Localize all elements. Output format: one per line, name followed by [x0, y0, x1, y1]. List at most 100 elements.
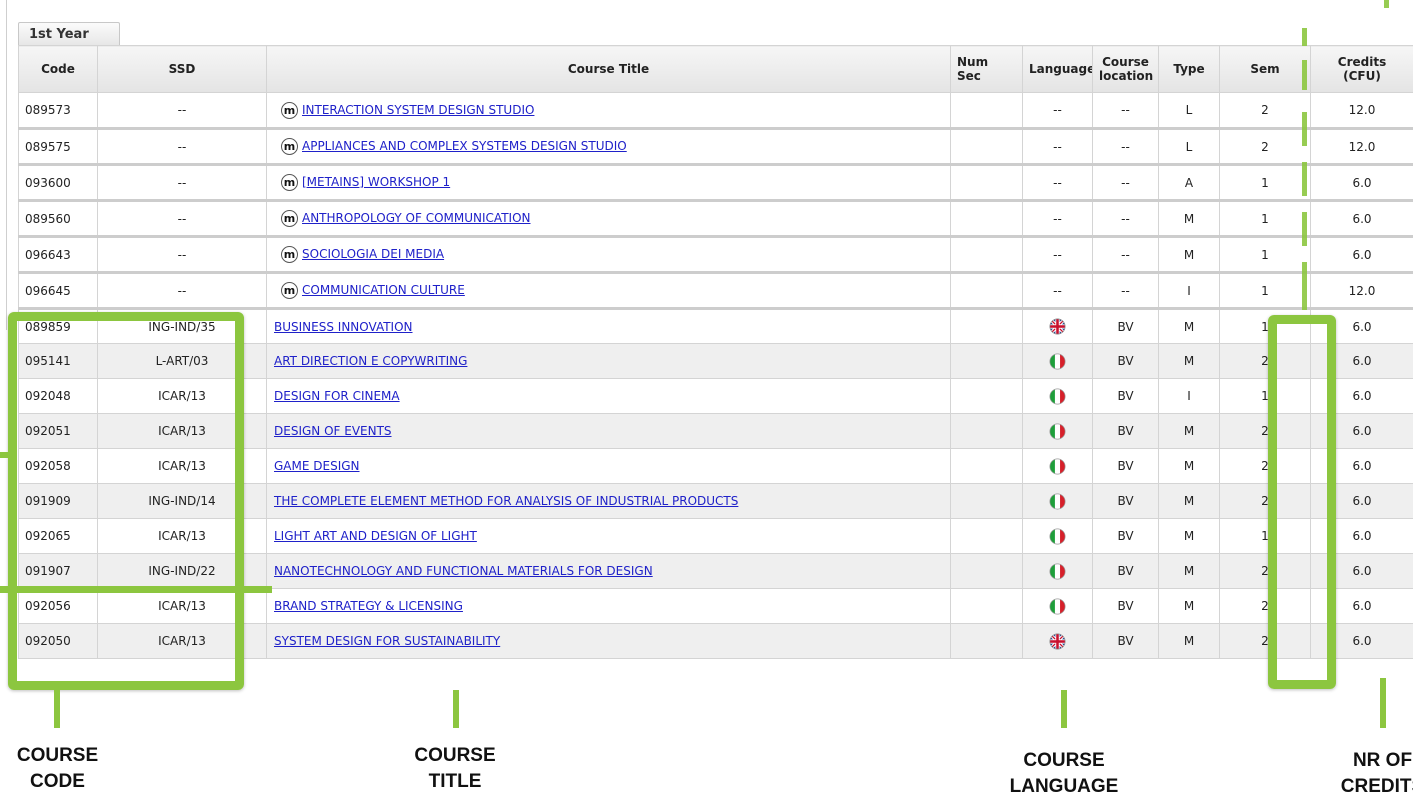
course-title-link[interactable]: BRAND STRATEGY & LICENSING [274, 599, 463, 613]
ssd-cell: -- [97, 128, 267, 166]
col-header-course-title[interactable]: Course Title [266, 45, 951, 93]
callout-course-code: COURSE CODE [16, 745, 99, 792]
language-cell [1022, 623, 1093, 659]
highlight-connector [0, 586, 272, 593]
course-location-cell: BV [1092, 448, 1159, 484]
col-header-type[interactable]: Type [1158, 45, 1220, 93]
course-title-link[interactable]: DESIGN FOR CINEMA [274, 389, 400, 403]
num-sec-cell [950, 236, 1023, 274]
type-cell: A [1158, 164, 1220, 202]
sem-cell: 2 [1219, 92, 1311, 130]
course-title-link[interactable]: COMMUNICATION CULTURE [302, 283, 465, 297]
num-sec-cell [950, 164, 1023, 202]
course-title-link[interactable]: NANOTECHNOLOGY AND FUNCTIONAL MATERIALS … [274, 564, 653, 578]
course-title-link[interactable]: SYSTEM DESIGN FOR SUSTAINABILITY [274, 634, 500, 648]
num-sec-cell [950, 588, 1023, 624]
sem-dashed-indicator [1302, 262, 1307, 310]
course-title-link[interactable]: ART DIRECTION E COPYWRITING [274, 354, 467, 368]
col-header-code[interactable]: Code [18, 45, 98, 93]
sem-cell: 2 [1219, 128, 1311, 166]
type-cell: M [1158, 483, 1220, 519]
italy-flag-icon [1049, 423, 1066, 440]
course-title-cell: m INTERACTION SYSTEM DESIGN STUDIO [266, 92, 951, 130]
course-location-cell: BV [1092, 413, 1159, 449]
course-title-link[interactable]: LIGHT ART AND DESIGN OF LIGHT [274, 529, 477, 543]
italy-flag-icon [1049, 458, 1066, 475]
course-title-link[interactable]: DESIGN OF EVENTS [274, 424, 392, 438]
num-sec-cell [950, 483, 1023, 519]
course-title-cell: LIGHT ART AND DESIGN OF LIGHT [266, 518, 951, 554]
italy-flag-icon [1049, 598, 1066, 615]
m-badge-icon: m [281, 210, 298, 227]
italy-flag-icon [1049, 493, 1066, 510]
num-sec-cell [950, 553, 1023, 589]
callout-line-title [453, 690, 459, 728]
type-cell: M [1158, 308, 1220, 344]
type-cell: I [1158, 272, 1220, 310]
callout-nr-of-credits: NR OF CREDITS [1340, 750, 1413, 797]
course-title-cell: m SOCIOLOGIA DEI MEDIA [266, 236, 951, 274]
course-title-link[interactable]: THE COMPLETE ELEMENT METHOD FOR ANALYSIS… [274, 494, 738, 508]
language-cell [1022, 308, 1093, 344]
num-sec-cell [950, 448, 1023, 484]
course-plan-screen: 1st Year Code SSD Course Title Num Sec L… [0, 0, 1413, 802]
col-header-language[interactable]: Language [1022, 45, 1093, 93]
col-header-sem[interactable]: Sem [1219, 45, 1311, 93]
col-header-course-location[interactable]: Course location [1092, 45, 1159, 93]
course-location-cell: BV [1092, 378, 1159, 414]
tab-1st-year[interactable]: 1st Year [18, 22, 120, 45]
course-title-link[interactable]: [METAINS] WORKSHOP 1 [302, 175, 450, 189]
num-sec-cell [950, 413, 1023, 449]
language-cell [1022, 483, 1093, 519]
credits-cell: 12.0 [1310, 272, 1413, 310]
course-title-link[interactable]: APPLIANCES AND COMPLEX SYSTEMS DESIGN ST… [302, 139, 627, 153]
type-cell: L [1158, 128, 1220, 166]
callout-course-title: COURSE TITLE [414, 745, 496, 792]
course-title-link[interactable]: ANTHROPOLOGY OF COMMUNICATION [302, 211, 531, 225]
table-header-row: Code SSD Course Title Num Sec Language C… [18, 45, 1413, 93]
language-cell [1022, 518, 1093, 554]
course-code-cell: 093600 [18, 164, 98, 202]
m-badge-icon: m [281, 138, 298, 155]
course-title-cell: SYSTEM DESIGN FOR SUSTAINABILITY [266, 623, 951, 659]
language-cell [1022, 413, 1093, 449]
type-cell: M [1158, 623, 1220, 659]
credits-cell: 12.0 [1310, 92, 1413, 130]
type-cell: M [1158, 200, 1220, 238]
course-title-link[interactable]: BUSINESS INNOVATION [274, 320, 413, 334]
course-code-cell: 089575 [18, 128, 98, 166]
col-header-num-sec[interactable]: Num Sec [950, 45, 1023, 93]
course-title-cell: DESIGN FOR CINEMA [266, 378, 951, 414]
course-location-cell: -- [1092, 236, 1159, 274]
course-location-cell: -- [1092, 200, 1159, 238]
course-title-link[interactable]: GAME DESIGN [274, 459, 360, 473]
type-cell: M [1158, 236, 1220, 274]
language-cell [1022, 378, 1093, 414]
table-row: 089560 -- m ANTHROPOLOGY OF COMMUNICATION --… [18, 200, 1413, 238]
course-location-cell: BV [1092, 308, 1159, 344]
language-cell [1022, 343, 1093, 379]
course-title-link[interactable]: INTERACTION SYSTEM DESIGN STUDIO [302, 103, 534, 117]
course-title-cell: THE COMPLETE ELEMENT METHOD FOR ANALYSIS… [266, 483, 951, 519]
col-header-credits[interactable]: Credits (CFU) [1310, 45, 1413, 93]
course-location-cell: BV [1092, 483, 1159, 519]
sem-cell: 1 [1219, 236, 1311, 274]
course-title-cell: BUSINESS INNOVATION [266, 308, 951, 344]
course-title-cell: NANOTECHNOLOGY AND FUNCTIONAL MATERIALS … [266, 553, 951, 589]
sem-dashed-indicator [1384, 0, 1389, 8]
course-location-cell: BV [1092, 343, 1159, 379]
table-row: 096645 -- m COMMUNICATION CULTURE -- -- I 1 12.0 [18, 272, 1413, 310]
sem-cell: 1 [1219, 164, 1311, 202]
uk-flag-icon [1049, 318, 1066, 335]
credits-cell: 12.0 [1310, 128, 1413, 166]
italy-flag-icon [1049, 353, 1066, 370]
ssd-cell: -- [97, 236, 267, 274]
type-cell: M [1158, 588, 1220, 624]
ssd-cell: -- [97, 164, 267, 202]
course-location-cell: -- [1092, 128, 1159, 166]
language-cell: -- [1022, 92, 1093, 130]
col-header-ssd[interactable]: SSD [97, 45, 267, 93]
course-title-link[interactable]: SOCIOLOGIA DEI MEDIA [302, 247, 444, 261]
sem-dashed-indicator [1302, 212, 1307, 246]
credits-cell: 6.0 [1310, 236, 1413, 274]
